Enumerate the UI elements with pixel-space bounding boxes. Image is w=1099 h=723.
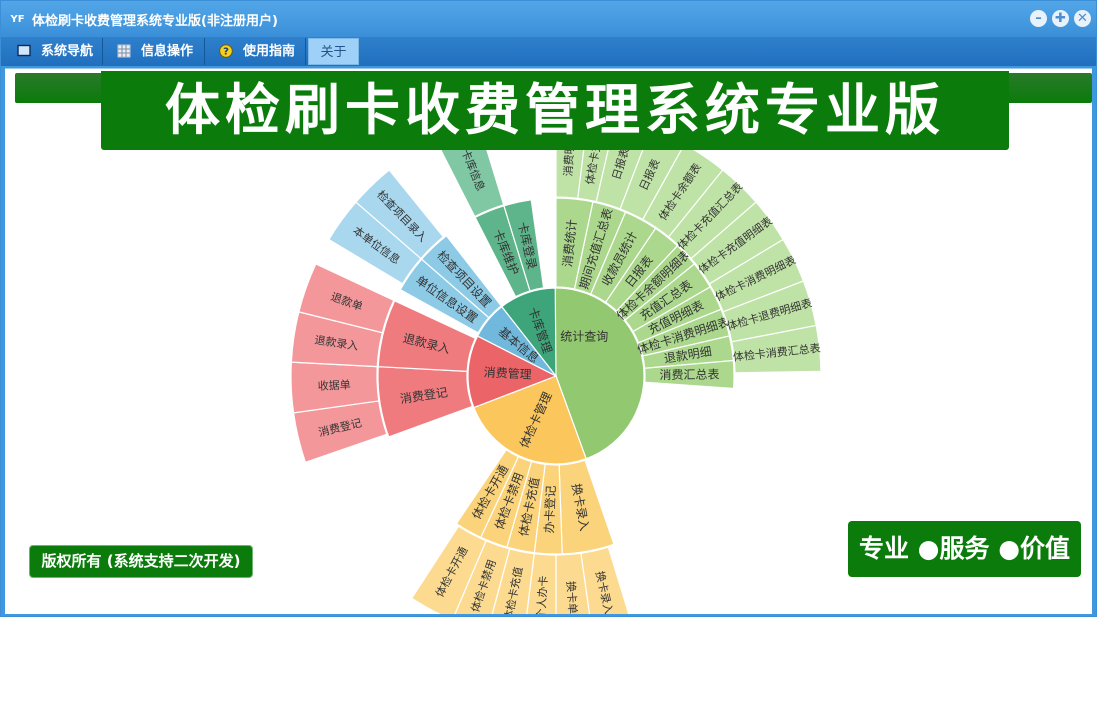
maximize-button[interactable]: ✚ [1052,10,1069,27]
grid-icon [117,44,131,58]
minimize-button[interactable]: – [1030,10,1047,27]
menu-label: 使用指南 [243,44,296,59]
window-title: 体检刷卡收费管理系统专业版(非注册用户) [32,14,278,29]
sunburst-label: 消费管理 [483,364,532,381]
sunburst-label: 办卡登记 [541,485,558,534]
menu-info-ops[interactable]: 信息操作 [104,38,205,65]
sunburst-label: 个人办卡 [535,575,551,614]
menu-system-nav[interactable]: 系统导航 [4,38,103,65]
sunburst-label: 换卡单 [564,580,580,614]
main-content: 统计查询 体检卡管理 消费管理 基本信息 卡库管理 消费统计 期间充值汇总表 收款员统计 日报表… [5,68,1092,614]
menu-bar: 系统导航 信息操作 ? 使用指南 关于 [1,37,1096,66]
tagline-badge: 专业 ●服务 ●价值 [848,521,1081,577]
menu-label: 系统导航 [41,44,94,59]
menu-about[interactable]: 关于 [308,38,359,65]
copyright-badge: 版权所有 (系统支持二次开发) [29,545,253,578]
menu-label: 关于 [320,45,347,60]
help-icon: ? [219,44,233,58]
sunburst-label: 统计查询 [560,330,608,344]
menu-user-guide[interactable]: ? 使用指南 [206,38,306,65]
sunburst-label: 收据单 [317,377,351,392]
banner-title: 体检刷卡收费管理系统专业版 [101,71,1009,150]
monitor-icon [17,44,31,57]
menu-label: 信息操作 [141,44,194,59]
close-button[interactable]: ✕ [1074,10,1091,27]
title-bar[interactable]: YF 体检刷卡收费管理系统专业版(非注册用户) – ✚ ✕ [1,1,1096,37]
svg-text:?: ? [223,47,229,58]
sunburst-label: 消费汇总表 [659,368,719,383]
app-logo-icon: YF [10,14,25,25]
app-window: YF 体检刷卡收费管理系统专业版(非注册用户) – ✚ ✕ 系统导航 信息操作 … [0,0,1097,617]
